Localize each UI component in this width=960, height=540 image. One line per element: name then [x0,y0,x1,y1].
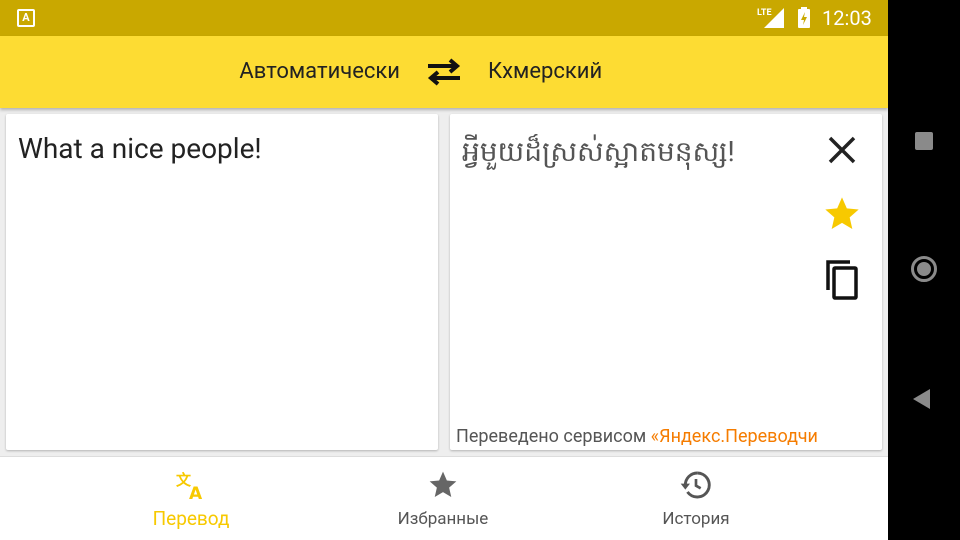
home-icon[interactable] [911,256,937,282]
nav-item-history[interactable]: История [596,457,796,540]
copy-button[interactable] [820,258,864,302]
status-bar: A LTE 12:03 [0,0,888,36]
translator-app: A LTE 12:03 Автоматически Кхмерский What… [0,0,888,540]
input-text[interactable]: What a nice people! [18,132,262,165]
translate-icon: 文 A [176,471,203,501]
favorite-button[interactable] [820,192,864,236]
back-icon[interactable] [913,389,930,409]
output-panel: អ្វីមួយដ៏ស្រស់ស្អាតមនុស្ស! Переведено се… [450,114,882,450]
source-language-selector[interactable]: Автоматически [239,36,400,108]
nav-label-history: История [662,509,730,529]
input-panel[interactable]: What a nice people! [6,114,438,450]
language-bar: Автоматически Кхмерский [0,36,888,108]
yandex-translate-link[interactable]: «Яндекс.Переводчи [651,426,818,447]
history-icon [680,471,711,499]
clock: 12:03 [822,6,872,30]
translation-text: អ្វីមួយដ៏ស្រស់ស្អាតមនុស្ស! [462,135,735,168]
target-language-selector[interactable]: Кхмерский [488,36,602,108]
copy-icon [826,260,858,300]
clear-button[interactable] [820,128,864,172]
nav-label-favorites: Избранные [397,509,489,529]
nav-label-translate: Перевод [152,507,230,530]
battery-charging-icon [798,7,810,28]
recents-icon[interactable] [915,132,933,150]
app-notification-icon: A [17,9,35,27]
svg-text:A: A [189,484,203,501]
system-navigation-bar [888,0,960,540]
swap-arrows-icon[interactable] [424,56,464,88]
nav-item-translate[interactable]: 文 A Перевод [91,457,291,540]
close-icon [828,136,856,164]
nav-item-favorites[interactable]: Избранные [343,457,543,540]
signal-icon [764,8,784,28]
attribution: Переведено сервисом «Яндекс.Переводчи [456,426,882,447]
attribution-prefix: Переведено сервисом [456,426,651,447]
bottom-navigation: 文 A Перевод Избранные История [0,456,888,540]
star-icon [429,471,457,497]
star-icon [825,197,859,229]
